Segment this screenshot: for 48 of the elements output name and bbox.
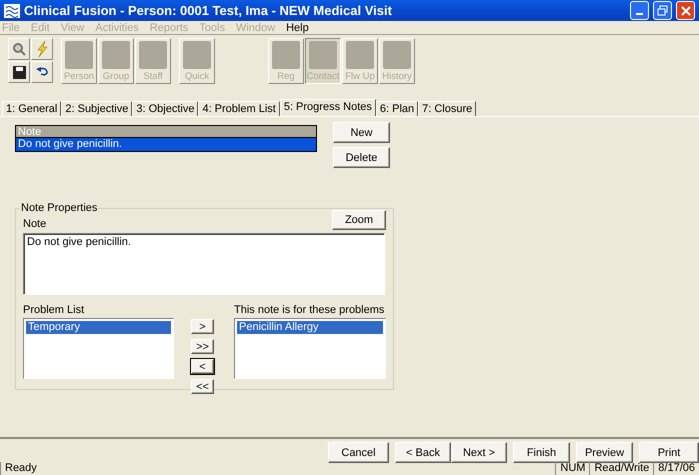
restore-button[interactable] <box>653 1 672 20</box>
wizard-button[interactable]: Preview <box>576 442 633 463</box>
close-icon <box>680 6 690 16</box>
minimize-button[interactable] <box>630 1 649 20</box>
note-button[interactable]: New <box>333 122 390 143</box>
tab[interactable]: 4: Problem List <box>198 101 280 116</box>
close-button[interactable] <box>676 1 695 20</box>
tab[interactable]: 1: General <box>2 101 62 116</box>
field-label: Problem List <box>23 304 86 316</box>
status-pane: 8/17/06 <box>653 462 699 475</box>
note-field[interactable]: Do not give penicillin. <box>23 233 385 295</box>
tab[interactable]: 3: Objective <box>132 101 198 116</box>
window-title: Clinical Fusion - Person: 0001 Test, Ima - NEW Medical Visit <box>24 3 393 18</box>
wizard-button[interactable]: < Back <box>395 442 451 463</box>
wizard-button[interactable]: Finish <box>513 442 570 463</box>
lightning-icon[interactable] <box>31 38 53 60</box>
move-button[interactable]: > <box>191 319 214 334</box>
note-row[interactable]: Do not give penicillin. <box>16 138 316 151</box>
search-icon[interactable] <box>8 38 30 60</box>
status-pane: Ready <box>0 462 41 475</box>
status-pane: NUM <box>555 462 590 475</box>
wizard-button[interactable]: Print <box>639 442 699 463</box>
field-label: Note <box>23 218 46 230</box>
save-icon[interactable] <box>8 61 30 83</box>
wizard-button[interactable]: Next > <box>451 442 507 463</box>
field-label: This note is for these problems <box>234 304 386 316</box>
wizard-button[interactable]: Cancel <box>328 442 389 463</box>
group-title: Note Properties <box>20 202 98 214</box>
zoom-button[interactable]: Zoom <box>332 210 386 230</box>
move-button[interactable]: << <box>191 379 214 394</box>
tab[interactable]: 7: Closure <box>418 101 476 116</box>
menu-item[interactable]: Help <box>286 22 309 34</box>
tab[interactable]: 6: Plan <box>376 101 418 116</box>
problem-list[interactable]: Temporary <box>23 318 174 379</box>
tab[interactable]: 5: Progress Notes <box>280 99 376 116</box>
column-header: Note <box>16 126 316 138</box>
linked-problems-list[interactable]: Penicillin Allergy <box>234 318 386 379</box>
list-item[interactable]: Penicillin Allergy <box>237 321 383 334</box>
minimize-icon <box>636 12 643 14</box>
note-button[interactable]: Delete <box>333 147 390 168</box>
move-button[interactable]: >> <box>191 339 214 354</box>
list-item[interactable]: Temporary <box>26 321 171 334</box>
restore-icon <box>657 5 668 16</box>
app-icon <box>4 4 20 18</box>
status-pane: Read/Write <box>589 462 654 475</box>
undo-icon[interactable] <box>31 61 53 83</box>
tab[interactable]: 2: Subjective <box>61 101 132 116</box>
move-button[interactable]: < <box>191 359 214 374</box>
